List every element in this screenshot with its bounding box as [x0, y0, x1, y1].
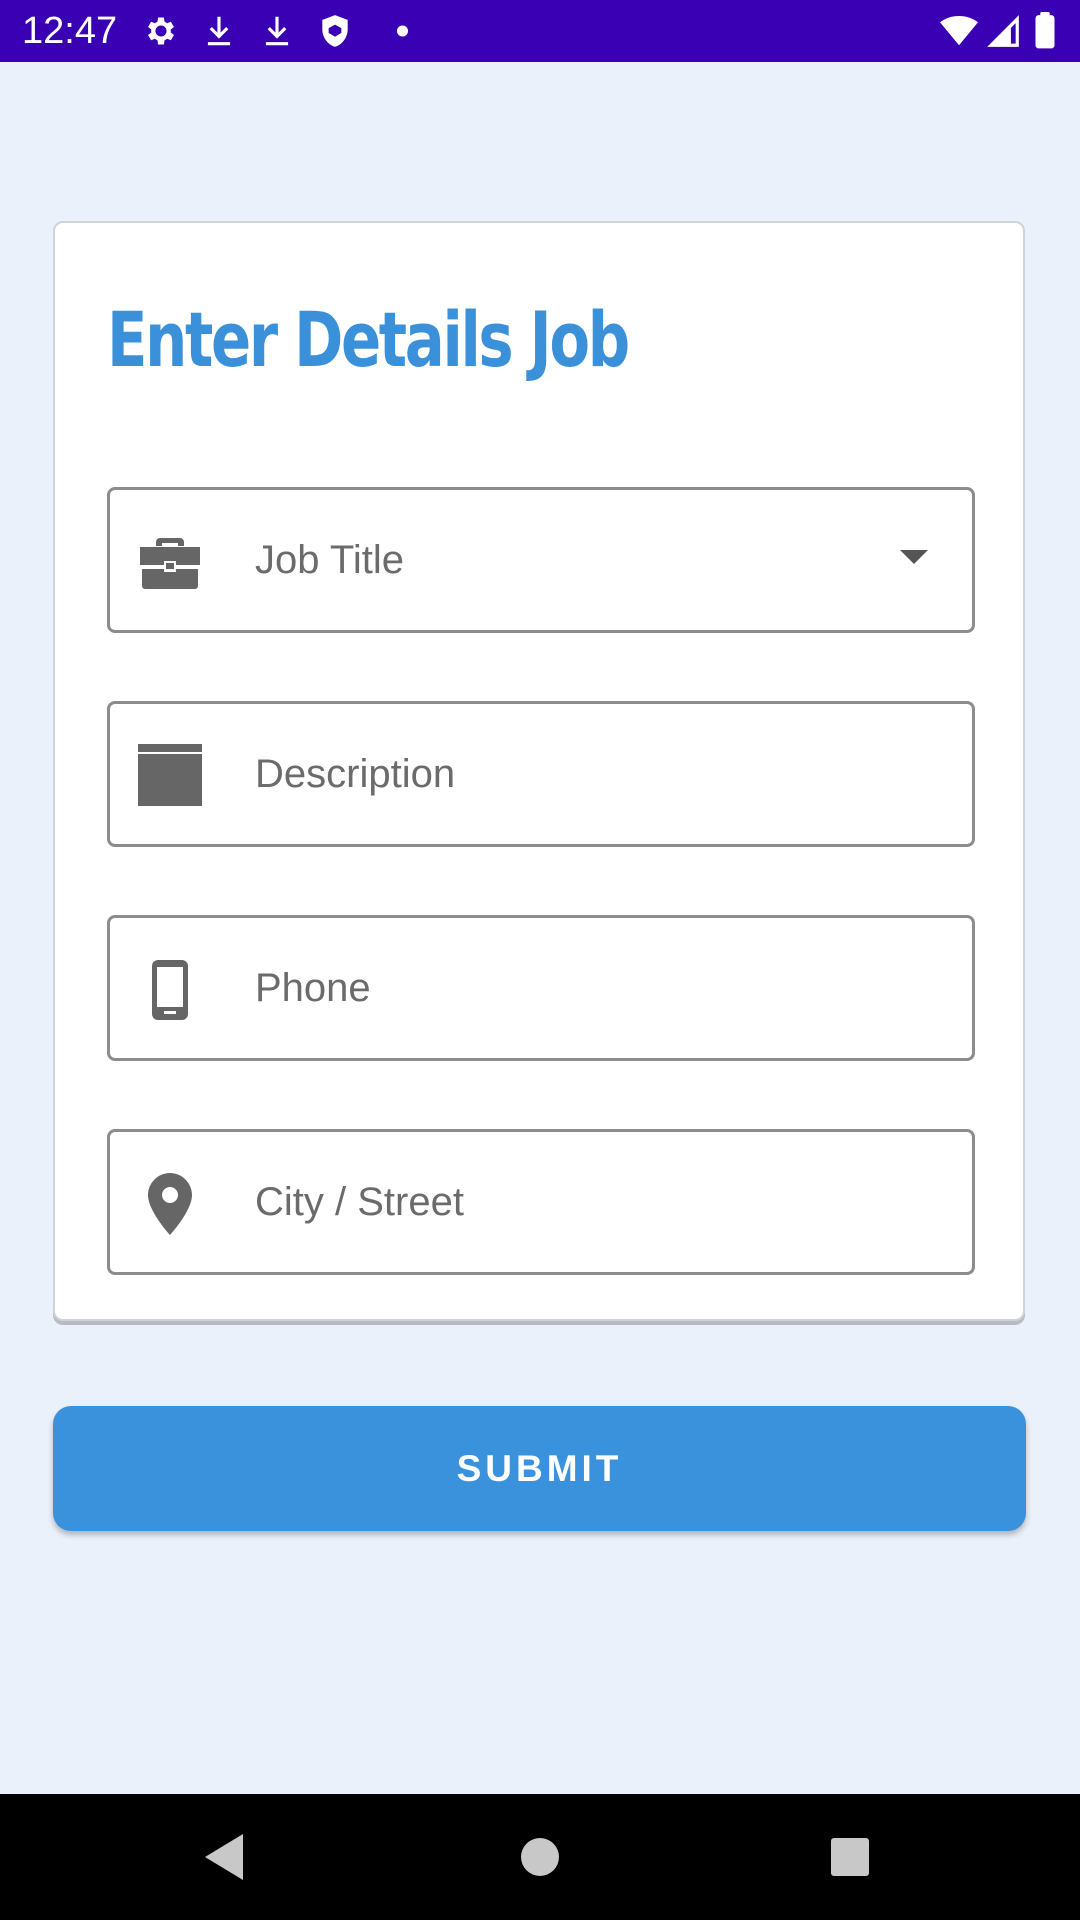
dot-icon — [396, 25, 409, 37]
status-time: 12:47 — [22, 10, 118, 52]
location-pin-icon — [148, 1173, 192, 1235]
download-icon — [265, 16, 289, 46]
description-field-container[interactable] — [107, 701, 975, 847]
download-icon — [207, 16, 231, 46]
battery-icon — [1035, 12, 1055, 49]
briefcase-icon — [140, 538, 200, 589]
chevron-down-icon[interactable] — [900, 550, 928, 564]
status-bar: 12:47 — [0, 0, 1080, 62]
submit-button[interactable]: SUBMIT — [53, 1406, 1026, 1531]
job-details-card: Enter Details Job — [53, 221, 1025, 1321]
job-title-field[interactable] — [255, 490, 895, 630]
page-title: Enter Details Job — [107, 295, 630, 384]
city-street-field[interactable] — [255, 1132, 895, 1272]
wifi-icon — [940, 15, 978, 46]
shield-icon — [322, 15, 348, 47]
recents-icon[interactable] — [817, 1824, 883, 1890]
job-title-dropdown[interactable] — [107, 487, 975, 633]
home-icon[interactable] — [507, 1824, 573, 1890]
phone-field-container[interactable] — [107, 915, 975, 1061]
phone-icon — [152, 960, 188, 1020]
phone-field[interactable] — [255, 918, 895, 1058]
city-street-field-container[interactable] — [107, 1129, 975, 1275]
description-icon — [138, 744, 202, 806]
cellular-signal-icon — [987, 15, 1019, 47]
description-field[interactable] — [255, 704, 895, 844]
navigation-bar — [0, 1794, 1080, 1920]
gear-icon — [148, 17, 174, 45]
back-icon[interactable] — [193, 1824, 259, 1890]
